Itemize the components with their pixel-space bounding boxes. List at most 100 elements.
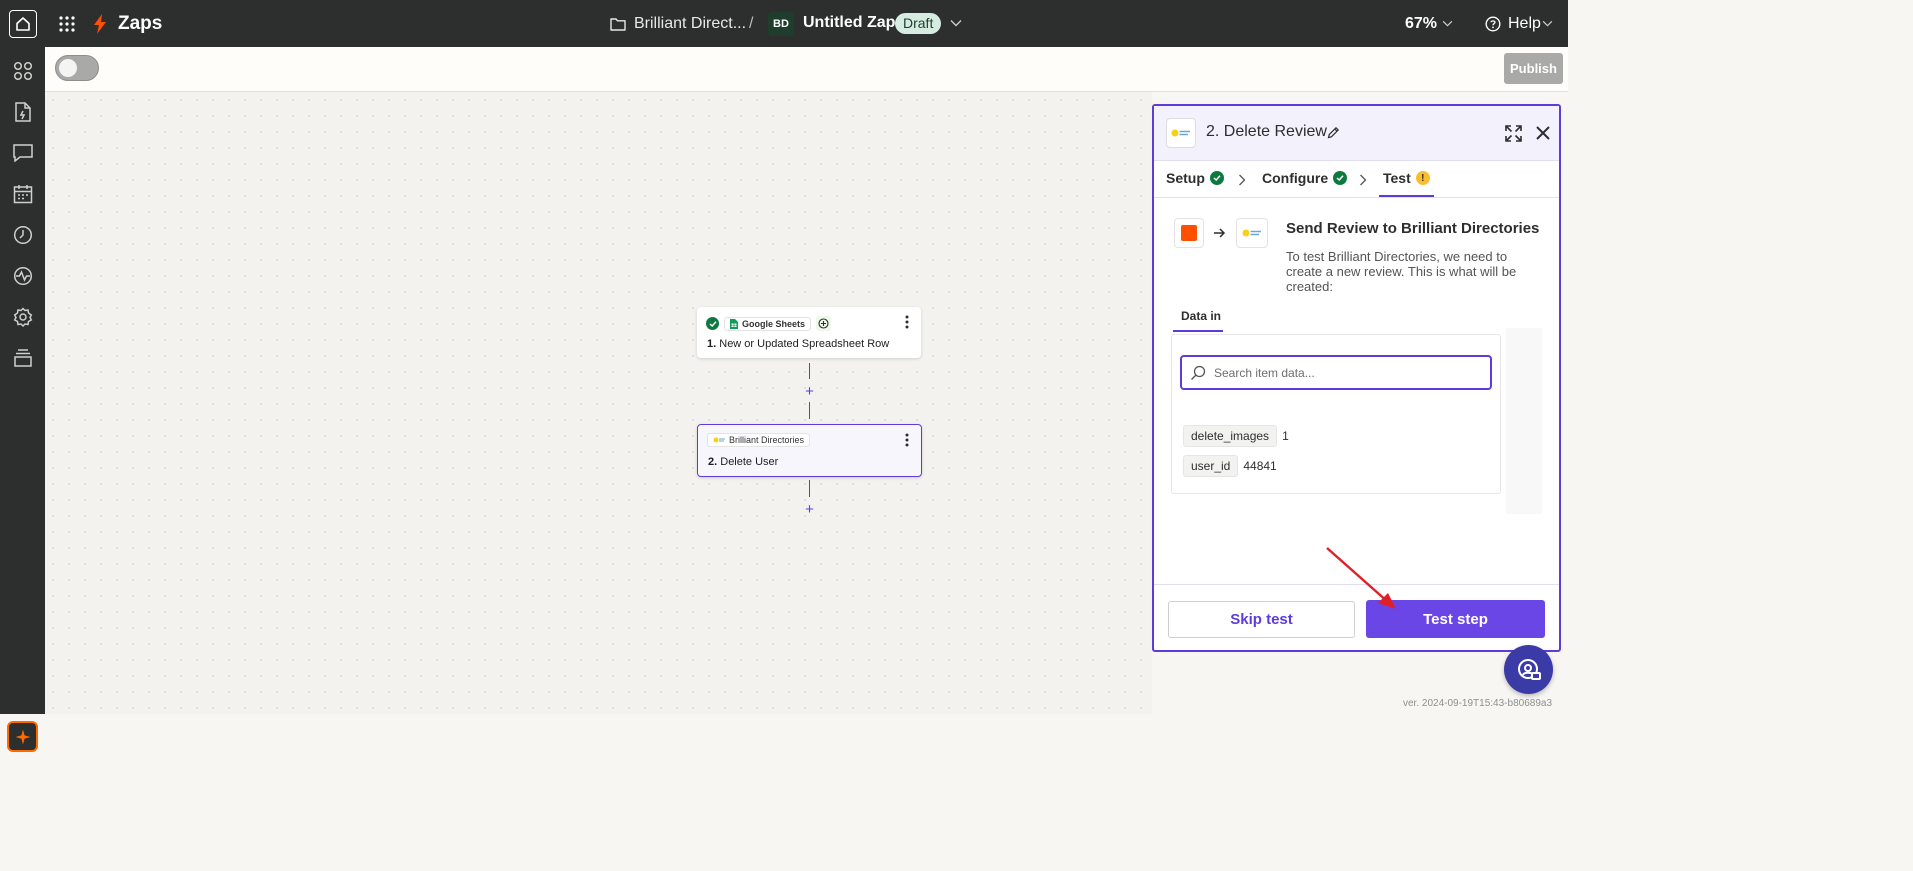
- zap-on-off-toggle[interactable]: [55, 55, 99, 81]
- app-avatar: BD: [768, 12, 794, 36]
- chevron-right-icon: [1238, 173, 1248, 186]
- data-field-key: user_id: [1183, 455, 1239, 477]
- trigger-step-card[interactable]: Google Sheets 1. New or Updated Spreadsh…: [697, 307, 921, 358]
- action-step-card[interactable]: Brilliant Directories 2. Delete User: [697, 424, 922, 477]
- tab-label: Setup: [1166, 170, 1205, 186]
- zap-templates-icon[interactable]: [12, 60, 34, 82]
- apps-grid-icon[interactable]: [56, 13, 78, 35]
- status-badge: Draft: [895, 13, 942, 34]
- tab-label: Configure: [1262, 170, 1329, 186]
- data-field-value: 1: [1282, 429, 1289, 443]
- step-app-row: Google Sheets: [706, 316, 832, 331]
- zap-canvas[interactable]: Google Sheets 1. New or Updated Spreadsh…: [45, 92, 1152, 714]
- left-sidebar: [0, 47, 45, 752]
- layers-icon[interactable]: [12, 347, 34, 369]
- calendar-icon[interactable]: [12, 183, 34, 205]
- app-chip: Brilliant Directories: [707, 433, 811, 447]
- ai-sparkle-icon[interactable]: [7, 721, 38, 752]
- search-box[interactable]: [1180, 355, 1492, 390]
- step-number: 1.: [707, 338, 717, 350]
- step-title: 1. New or Updated Spreadsheet Row: [707, 338, 889, 350]
- connector-line: [809, 363, 810, 379]
- step-name: New or Updated Spreadsheet Row: [719, 338, 890, 350]
- test-step-button[interactable]: Test step: [1366, 600, 1545, 638]
- panel-title[interactable]: 2. Delete Review: [1206, 123, 1327, 141]
- folder-name[interactable]: Brilliant Direct...: [634, 15, 746, 33]
- history-icon[interactable]: [12, 224, 34, 246]
- chevron-right-icon: [1359, 173, 1369, 186]
- settings-icon[interactable]: [12, 306, 34, 328]
- home-icon[interactable]: [9, 10, 37, 38]
- tab-test[interactable]: Test !: [1383, 170, 1430, 186]
- kebab-menu-icon[interactable]: [901, 315, 913, 329]
- data-field-value: 44841: [1243, 459, 1277, 473]
- tab-data-in[interactable]: Data in: [1181, 309, 1221, 323]
- check-icon: [1209, 171, 1224, 185]
- search-input[interactable]: [1214, 364, 1484, 382]
- folder-icon[interactable]: [609, 15, 627, 33]
- data-in-panel: delete_images 1 user_id 44841: [1171, 334, 1501, 494]
- source-app-tile: [1174, 218, 1204, 248]
- active-tab-indicator: [1379, 195, 1434, 197]
- app-chip-label: Brilliant Directories: [729, 435, 805, 445]
- arrow-right-icon: [1212, 226, 1226, 240]
- close-icon[interactable]: [1534, 124, 1552, 142]
- data-field-row: user_id 44841: [1183, 455, 1277, 477]
- activity-icon[interactable]: [12, 265, 34, 287]
- support-chat-icon[interactable]: [1504, 645, 1553, 694]
- brilliant-directories-icon: [1166, 118, 1196, 148]
- connector-line: [809, 402, 810, 419]
- step-title: 2. Delete User: [708, 456, 778, 468]
- help-menu[interactable]: Help: [1508, 15, 1541, 33]
- expand-icon[interactable]: [1504, 124, 1522, 142]
- app-name[interactable]: Zaps: [118, 13, 162, 35]
- brilliant-directories-icon: [1236, 218, 1268, 248]
- tab-setup[interactable]: Setup: [1166, 170, 1224, 186]
- scroll-area[interactable]: [1506, 328, 1542, 514]
- connector-line: [809, 480, 810, 497]
- add-step-button[interactable]: +: [802, 384, 817, 399]
- publish-button[interactable]: Publish: [1504, 53, 1563, 84]
- app-chip-label: Google Sheets: [742, 318, 806, 329]
- zoom-level[interactable]: 67%: [1405, 15, 1437, 33]
- kebab-menu-icon[interactable]: [901, 433, 913, 447]
- google-sheets-icon: [730, 318, 738, 329]
- help-icon[interactable]: [1485, 16, 1501, 32]
- step-editor-panel: 2. Delete Review Setup Configure Test !: [1152, 104, 1561, 652]
- version-label: ver. 2024-09-19T15:43-b80689a3: [1403, 698, 1553, 709]
- zapier-source-icon: [1181, 225, 1197, 241]
- editor-toolbar: Publish: [45, 47, 1568, 92]
- chevron-down-icon[interactable]: [1541, 17, 1553, 29]
- data-field-row: delete_images 1: [1183, 425, 1289, 447]
- check-icon: [1333, 171, 1348, 185]
- breadcrumb-separator: /: [749, 15, 754, 32]
- top-bar: Zaps Brilliant Direct... / BD Untitled Z…: [0, 0, 1568, 47]
- test-heading: Send Review to Brilliant Directories: [1286, 220, 1540, 237]
- zap-title[interactable]: Untitled Zap: [803, 14, 895, 32]
- step-name: Delete User: [720, 456, 779, 468]
- search-icon: [1190, 365, 1206, 381]
- chevron-down-icon[interactable]: [949, 16, 963, 30]
- warning-icon: !: [1415, 171, 1430, 185]
- toggle-knob: [59, 59, 77, 77]
- check-icon: [706, 317, 719, 330]
- add-step-button[interactable]: +: [802, 502, 817, 517]
- file-icon[interactable]: [12, 101, 34, 123]
- tab-label: Test: [1383, 170, 1411, 186]
- active-tab-indicator: [1173, 330, 1223, 332]
- app-chip: Google Sheets: [724, 316, 812, 331]
- data-field-key: delete_images: [1183, 425, 1278, 447]
- skip-test-button[interactable]: Skip test: [1168, 601, 1355, 638]
- chevron-down-icon[interactable]: [1441, 17, 1453, 29]
- step-tabs: Setup Configure Test !: [1154, 161, 1559, 198]
- step-number: 2.: [708, 456, 718, 468]
- add-output-icon[interactable]: [816, 316, 832, 331]
- brilliant-directories-icon: [713, 437, 725, 443]
- test-description: To test Brilliant Directories, we need t…: [1286, 249, 1517, 294]
- pencil-icon[interactable]: [1326, 125, 1340, 139]
- panel-header: 2. Delete Review: [1154, 106, 1559, 161]
- tab-configure[interactable]: Configure: [1262, 170, 1348, 186]
- zap-logo-icon: [91, 12, 109, 36]
- divider: [1154, 584, 1559, 585]
- chat-icon[interactable]: [12, 142, 34, 164]
